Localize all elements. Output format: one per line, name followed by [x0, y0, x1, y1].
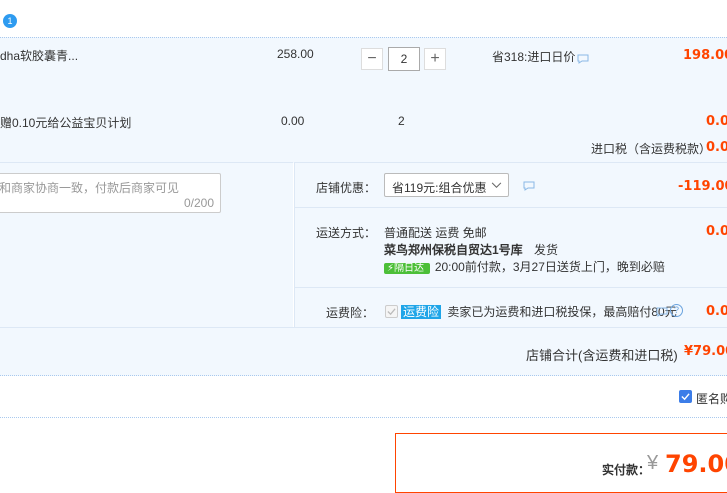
delivery-eta-row: ⚡隔日达 20:00前付款，3月27日送货上门，晚到必赔	[384, 258, 665, 275]
dispatch-text: 发货	[534, 243, 559, 257]
chevron-down-icon	[491, 182, 502, 188]
cart-count-badge: 1	[3, 14, 17, 28]
shipping-method: 普通配送 运费 免邮	[384, 226, 487, 240]
warehouse-name: 菜鸟郑州保税自贸达1号库	[384, 243, 523, 257]
section-divider	[0, 417, 727, 418]
shop-discount-label: 店铺优惠：	[316, 181, 377, 195]
insurance-checkbox	[385, 305, 398, 318]
shipping-label: 运送方式：	[316, 226, 377, 240]
insurance-fee: 0.00	[706, 304, 727, 319]
charity-item-name: 赠0.10元给公益宝贝计划	[0, 116, 132, 130]
shop-discount-selected: 省119元:组合优惠	[392, 181, 487, 195]
insurance-tag: 运费险	[401, 305, 442, 319]
quantity-stepper: − 2 +	[361, 47, 447, 71]
lightning-icon: ⚡	[387, 263, 395, 274]
insurance-row: 运费险 卖家已为运费和进口税投保，最高赔付80元	[401, 303, 677, 320]
import-tax-label: 进口税（含运费税款）	[591, 142, 712, 156]
anonymous-label[interactable]: 匿名购买	[696, 390, 727, 407]
shop-discount-select[interactable]: 省119元:组合优惠	[384, 173, 509, 197]
shipping-warehouse: 菜鸟郑州保税自贸达1号库 发货	[384, 241, 558, 258]
item-name[interactable]: dha软胶囊青...	[0, 47, 78, 64]
insurance-label: 运费险：	[326, 306, 375, 320]
message-placeholder: 和商家协商一致，付款后商家可见	[0, 181, 180, 195]
decrease-quantity-button[interactable]: −	[361, 48, 383, 70]
next-day-tag: ⚡隔日达	[384, 263, 430, 274]
insurance-text: 卖家已为运费和进口税投保，最高赔付80元	[447, 305, 677, 319]
check-icon	[387, 308, 396, 316]
chat-icon[interactable]	[656, 307, 668, 317]
chat-icon[interactable]	[577, 54, 589, 64]
charity-quantity: 2	[398, 114, 405, 128]
anonymous-checkbox[interactable]	[679, 390, 692, 403]
increase-quantity-button[interactable]: +	[424, 48, 446, 70]
item-unit-price: 258.00	[277, 47, 314, 61]
shop-total-label: 店铺合计(含运费和进口税)	[526, 348, 678, 363]
help-icon[interactable]: ?	[670, 304, 683, 317]
shop-discount-value: -119.00	[678, 179, 727, 194]
payment-label: 实付款：	[602, 463, 651, 477]
item-subtotal: 198.00	[683, 48, 727, 63]
options-divider	[294, 287, 727, 288]
item-savings: 省318:进口日价	[492, 50, 576, 64]
cart-count: 1	[7, 16, 13, 26]
message-char-counter: 0/200	[183, 196, 214, 210]
charity-subtotal: 0.00	[706, 114, 727, 129]
shop-total-value: ¥79.00	[684, 344, 727, 359]
shipping-fee: 0.00	[706, 224, 727, 239]
options-divider	[294, 207, 727, 208]
chat-icon[interactable]	[523, 181, 535, 191]
check-icon	[681, 393, 690, 401]
payment-amount: 79.00	[665, 450, 727, 478]
delivery-eta: 20:00前付款，3月27日送货上门，晚到必赔	[434, 260, 665, 274]
quantity-input[interactable]: 2	[388, 47, 420, 71]
payment-currency: ¥	[647, 452, 659, 474]
import-tax-value: 0.00	[706, 140, 727, 155]
message-to-seller-field[interactable]: 和商家协商一致，付款后商家可见 0/200	[0, 173, 221, 213]
charity-unit-price: 0.00	[281, 114, 305, 128]
